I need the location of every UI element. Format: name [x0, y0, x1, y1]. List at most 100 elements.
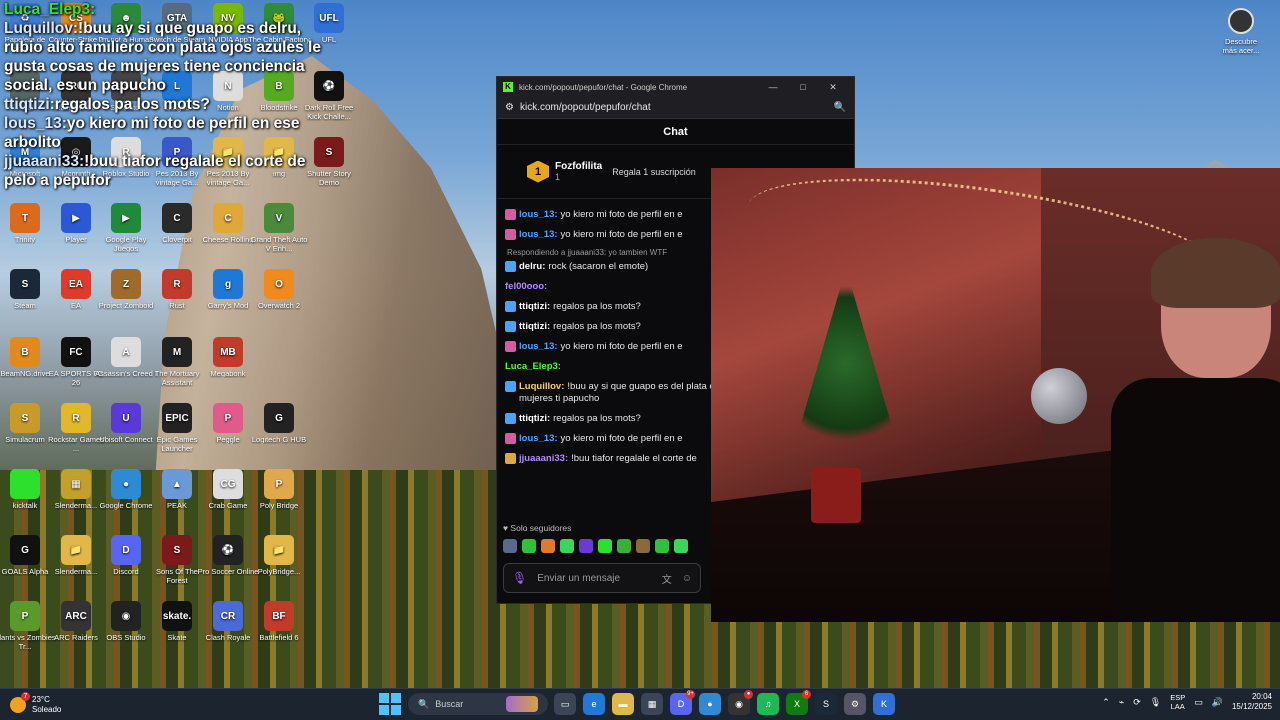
emoji-icon[interactable]: ☺: [682, 573, 692, 584]
taskbar-kicktalk-icon[interactable]: K: [873, 693, 895, 715]
message-input[interactable]: 🎙 Enviar un mensaje 文 ☺: [503, 563, 701, 593]
emote-1[interactable]: [503, 539, 517, 553]
weather-widget[interactable]: 7 23°C Soleado: [0, 691, 120, 715]
taskbar-search[interactable]: 🔍 Buscar: [408, 693, 548, 715]
taskbar-discord-icon[interactable]: D 9+: [670, 690, 695, 715]
app-icon: MB: [213, 337, 243, 367]
camera-icon: [1228, 8, 1254, 34]
taskbar-xbox-icon[interactable]: X6: [786, 690, 811, 715]
desktop-icon[interactable]: O Overwatch 2: [248, 266, 310, 332]
desktop-icon-label: Overwatch 2: [257, 301, 301, 310]
tree-pot: [811, 468, 861, 523]
chat-username[interactable]: Luca_Elep3:: [505, 361, 561, 372]
window-titlebar[interactable]: K kick.com/popout/pepufor/chat - Google …: [497, 77, 854, 97]
desktop-icon[interactable]: G Logitech G HUB: [248, 400, 310, 466]
language-indicator[interactable]: ESP LAA: [1170, 693, 1185, 711]
mic-icon[interactable]: 🎙: [512, 571, 527, 585]
message-body: ttiqtizi: regalos pa los mots?: [519, 321, 641, 333]
discover-more-shortcut[interactable]: Descubre más acer...: [1218, 8, 1264, 55]
app-icon: B: [10, 337, 40, 367]
network-icon[interactable]: ⌁: [1119, 697, 1124, 708]
emote-3[interactable]: [541, 539, 555, 553]
taskbar-store-icon[interactable]: ▦: [641, 693, 663, 715]
user-badge-icon: [505, 261, 516, 272]
app-icon: V: [264, 203, 294, 233]
message-body: lous_13: yo kiero mi foto de perfil en e: [519, 433, 683, 445]
show-hidden-icons-icon[interactable]: ⌃: [1102, 697, 1110, 708]
app-icon: EA: [61, 269, 91, 299]
clock[interactable]: 20:04 15/12/2025: [1232, 692, 1272, 712]
chat-username[interactable]: jjuaaani33:: [519, 453, 568, 464]
emote-9[interactable]: [655, 539, 669, 553]
taskbar-edge-icon[interactable]: e: [583, 693, 605, 715]
emote-4[interactable]: [560, 539, 574, 553]
close-button[interactable]: ✕: [818, 82, 848, 93]
zoom-icon[interactable]: 🔍: [834, 102, 846, 113]
maximize-button[interactable]: □: [788, 82, 818, 92]
taskbar-settings-icon[interactable]: ⚙: [844, 693, 866, 715]
emote-10[interactable]: [674, 539, 688, 553]
desktop-icon[interactable]: P Poly Bridge: [248, 466, 310, 532]
desktop-icon[interactable]: 📁 PolyBridge...: [248, 532, 310, 598]
taskbar-task-view-icon[interactable]: ▭: [554, 693, 576, 715]
app-icon: ▶: [61, 203, 91, 233]
taskbar-steam-icon[interactable]: S: [815, 693, 837, 715]
url-text[interactable]: kick.com/popout/pepufor/chat: [520, 102, 834, 113]
chat-username[interactable]: Luquillov:: [519, 381, 564, 392]
taskbar-file-explorer-icon[interactable]: ▬: [612, 693, 634, 715]
translate-icon[interactable]: 文: [662, 571, 672, 586]
app-icon: FC: [61, 337, 91, 367]
user-badge-icon: [505, 209, 516, 220]
chat-username[interactable]: lous_13:: [519, 229, 558, 240]
user-badge-icon: [505, 321, 516, 332]
desktop-icon[interactable]: BF Battlefield 6: [248, 598, 310, 664]
message-body: ttiqtizi: regalos pa los mots?: [519, 301, 641, 313]
app-icon: P: [213, 403, 243, 433]
address-bar[interactable]: ⚙ kick.com/popout/pepufor/chat 🔍: [497, 97, 854, 119]
weather-badge: 7: [21, 691, 30, 701]
temperature: 23°C: [32, 694, 50, 704]
overlay-message: ttiqtizi:regalos pa los mots?: [4, 95, 324, 114]
chat-username[interactable]: delru:: [519, 261, 545, 272]
notification-badge: ●: [744, 690, 753, 699]
clock-time: 20:04: [1251, 692, 1272, 701]
site-info-icon[interactable]: ⚙: [505, 102, 514, 113]
chat-text: regalos pa los mots?: [553, 301, 641, 312]
lang-top: ESP: [1170, 693, 1186, 702]
chat-username[interactable]: lous_13:: [519, 341, 558, 352]
user-badge-icon: [505, 433, 516, 444]
notification-badge: 6: [802, 690, 811, 699]
chat-username[interactable]: fel00ooo:: [505, 281, 547, 292]
chat-username[interactable]: ttiqtizi:: [519, 321, 550, 332]
emote-2[interactable]: [522, 539, 536, 553]
search-highlight-icon: [506, 696, 538, 712]
mic-tray-icon[interactable]: 🎙: [1150, 697, 1161, 708]
chat-username[interactable]: lous_13:: [519, 433, 558, 444]
display-icon[interactable]: ▭: [1194, 697, 1203, 708]
app-icon: ▦: [61, 469, 91, 499]
taskbar-chrome-icon[interactable]: ●: [699, 693, 721, 715]
chat-username[interactable]: ttiqtizi:: [519, 413, 550, 424]
chat-mode-label: ♥ Solo seguidores: [503, 523, 572, 533]
chat-username[interactable]: lous_13:: [519, 209, 558, 220]
desktop-icon[interactable]: MB Megabonk: [197, 334, 259, 400]
overlay-message: Luquillov:!buu ay si que guapo es delru,…: [4, 19, 324, 95]
desktop-icon[interactable]: V Grand Theft Auto V Enh...: [248, 200, 310, 266]
emote-7[interactable]: [617, 539, 631, 553]
emote-5[interactable]: [579, 539, 593, 553]
emote-8[interactable]: [636, 539, 650, 553]
chat-text: !buu tiafor regalale el corte de: [571, 453, 697, 464]
desktop-icon-label: Poly Bridge: [259, 501, 299, 510]
minimize-button[interactable]: —: [758, 82, 788, 92]
app-icon: [10, 469, 40, 499]
chat-username[interactable]: ttiqtizi:: [519, 301, 550, 312]
sync-icon[interactable]: ⟳: [1133, 697, 1141, 708]
taskbar-spotify-icon[interactable]: ♫: [757, 693, 779, 715]
volume-icon[interactable]: 🔊: [1212, 697, 1223, 708]
taskbar-obs-icon[interactable]: ◉ ●: [728, 690, 753, 715]
app-icon: ARC: [61, 601, 91, 631]
emote-bar[interactable]: [503, 539, 688, 553]
app-icon: T: [10, 203, 40, 233]
emote-6[interactable]: [598, 539, 612, 553]
start-button[interactable]: [378, 692, 402, 716]
